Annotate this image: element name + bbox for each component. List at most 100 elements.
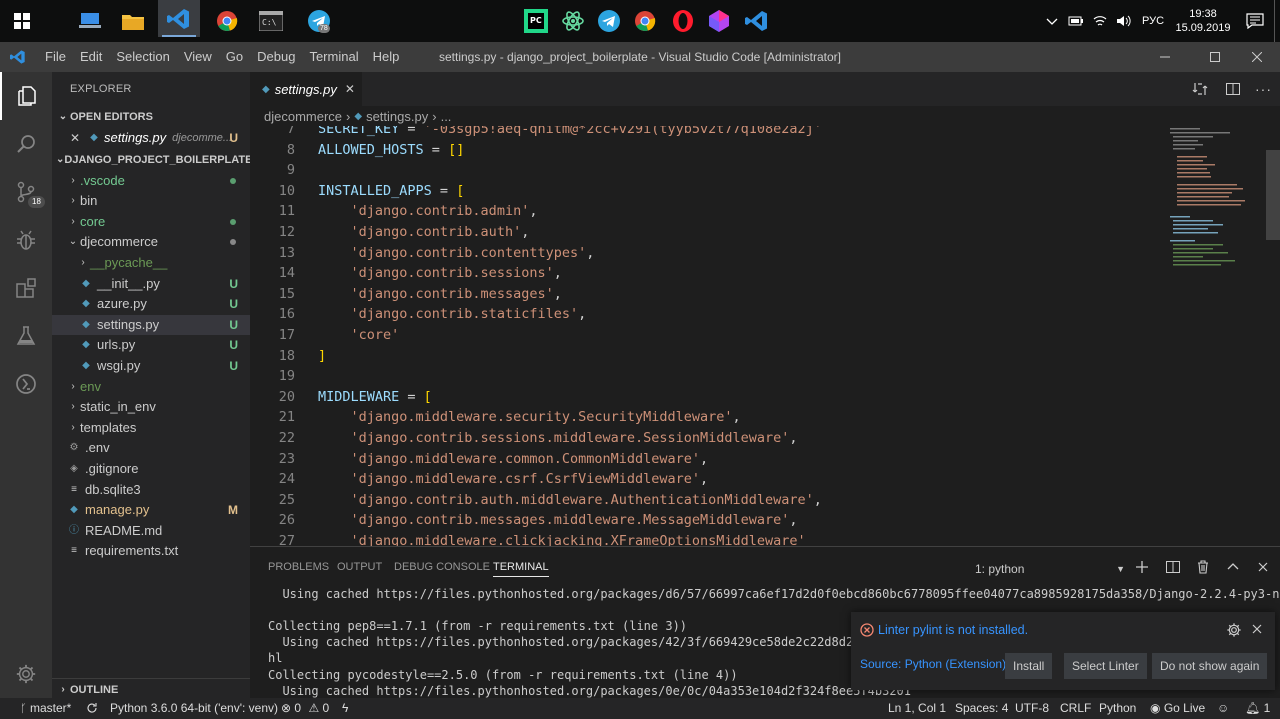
terminal-icon[interactable]: C:\ xyxy=(255,5,287,37)
code-line[interactable]: 17 'core' xyxy=(250,325,1250,346)
tree-folder[interactable]: › static_in_env xyxy=(52,397,250,418)
breadcrumb-folder[interactable]: djecommerce xyxy=(264,109,342,124)
tree-folder[interactable]: › core xyxy=(52,212,250,233)
tree-folder[interactable]: › .vscode xyxy=(52,171,250,192)
tree-file[interactable]: ◆ azure.py U xyxy=(52,294,250,315)
chevron-up-icon[interactable] xyxy=(1040,0,1064,42)
code-line[interactable]: 8 ALLOWED_HOSTS = [] xyxy=(250,140,1250,161)
tab-debug-console[interactable]: DEBUG CONSOLE xyxy=(394,561,490,573)
notification-settings-icon[interactable] xyxy=(1226,622,1242,641)
opera-icon[interactable] xyxy=(667,5,699,37)
tree-file[interactable]: ⓘ README.md xyxy=(52,521,250,542)
code-line[interactable]: 19 xyxy=(250,366,1250,387)
minimize-button[interactable] xyxy=(1142,42,1188,72)
code-line[interactable]: 13 'django.contrib.contenttypes', xyxy=(250,243,1250,264)
branch-indicator[interactable]: ᚴ master* xyxy=(20,698,71,719)
menu-go[interactable]: Go xyxy=(219,42,250,72)
code-line[interactable]: 12 'django.contrib.auth', xyxy=(250,222,1250,243)
tree-file[interactable]: ⚙ .env xyxy=(52,438,250,459)
maximize-button[interactable] xyxy=(1192,42,1238,72)
language-mode[interactable]: Python xyxy=(1099,698,1136,719)
this-pc-icon[interactable] xyxy=(74,5,106,37)
debug-icon[interactable] xyxy=(0,216,52,264)
vscode-icon-2[interactable] xyxy=(741,5,773,37)
tab-output[interactable]: OUTPUT xyxy=(337,561,382,573)
code-line[interactable]: 16 'django.contrib.staticfiles', xyxy=(250,304,1250,325)
code-line[interactable]: 10 INSTALLED_APPS = [ xyxy=(250,181,1250,202)
settings-gear-icon[interactable] xyxy=(0,650,52,698)
menu-file[interactable]: File xyxy=(38,42,73,72)
code-line[interactable]: 23 'django.middleware.common.CommonMiddl… xyxy=(250,449,1250,470)
close-window-button[interactable] xyxy=(1234,42,1280,72)
chrome-icon[interactable] xyxy=(211,5,243,37)
code-line[interactable]: 18] xyxy=(250,346,1250,367)
tree-file[interactable]: ≡ db.sqlite3 xyxy=(52,480,250,501)
encoding[interactable]: UTF-8 xyxy=(1015,698,1049,719)
vertical-scrollbar[interactable] xyxy=(1266,150,1280,240)
code-line[interactable]: 7 SECRET_KEY = '-03sgp5!aeq-qnitm@*2cc+v2… xyxy=(250,126,1250,140)
clock[interactable]: 19:38 15.09.2019 xyxy=(1170,0,1236,42)
tab-settings-py[interactable]: ◆ settings.py ✕ xyxy=(250,72,362,106)
taskbar-vscode-icon[interactable] xyxy=(158,0,200,37)
code-line[interactable]: 25 'django.contrib.auth.middleware.Authe… xyxy=(250,490,1250,511)
code-editor[interactable]: 7 SECRET_KEY = '-03sgp5!aeq-qnitm@*2cc+v2… xyxy=(250,126,1265,546)
code-line[interactable]: 27 'django.middleware.clickjacking.XFram… xyxy=(250,531,1250,546)
tree-file[interactable]: ≡ requirements.txt xyxy=(52,541,250,562)
outline-header[interactable]: › OUTLINE xyxy=(52,678,250,700)
code-line[interactable]: 14 'django.contrib.sessions', xyxy=(250,263,1250,284)
sync-icon[interactable] xyxy=(86,698,98,719)
test-flask-icon[interactable] xyxy=(0,312,52,360)
tree-folder[interactable]: › templates xyxy=(52,418,250,439)
wifi-icon[interactable] xyxy=(1088,0,1112,42)
line-endings[interactable]: CRLF xyxy=(1060,698,1091,719)
close-icon[interactable]: ✕ xyxy=(70,128,86,149)
notifications-icon[interactable] xyxy=(1236,0,1274,42)
breadcrumb-file[interactable]: settings.py xyxy=(366,109,428,124)
open-changes-icon[interactable] xyxy=(1192,72,1208,106)
code-line[interactable]: 22 'django.contrib.sessions.middleware.S… xyxy=(250,428,1250,449)
search-icon[interactable] xyxy=(0,120,52,168)
show-desktop[interactable] xyxy=(1274,0,1280,42)
do-not-show-again-button[interactable]: Do not show again xyxy=(1152,653,1268,679)
terminal-select[interactable]: 1: python ▼ xyxy=(975,559,1125,579)
install-button[interactable]: Install xyxy=(1005,653,1053,679)
notifications-bell[interactable]: 🔔︎ 1 xyxy=(1245,698,1270,719)
indentation[interactable]: Spaces: 4 xyxy=(955,698,1008,719)
tree-file-selected[interactable]: ◆ settings.py U xyxy=(52,314,250,336)
new-terminal-icon[interactable] xyxy=(1134,559,1150,580)
notification-close-icon[interactable] xyxy=(1250,622,1264,639)
split-terminal-icon[interactable] xyxy=(1165,559,1181,580)
code-line[interactable]: 24 'django.middleware.csrf.CsrfViewMiddl… xyxy=(250,469,1250,490)
menu-debug[interactable]: Debug xyxy=(250,42,302,72)
tree-folder[interactable]: › env xyxy=(52,377,250,398)
select-linter-button[interactable]: Select Linter xyxy=(1064,653,1147,679)
open-editors-header[interactable]: ⌄ OPEN EDITORS xyxy=(52,106,250,128)
pycharm-icon[interactable]: PC xyxy=(520,5,552,37)
windows-start-icon[interactable] xyxy=(6,5,38,37)
remote-icon[interactable] xyxy=(0,360,52,408)
menu-terminal[interactable]: Terminal xyxy=(302,42,365,72)
file-explorer-icon[interactable] xyxy=(117,5,149,37)
telegram-icon-2[interactable] xyxy=(593,5,625,37)
menu-view[interactable]: View xyxy=(177,42,219,72)
tree-file[interactable]: ◆ wsgi.py U xyxy=(52,356,250,377)
tree-folder[interactable]: › __pycache__ xyxy=(52,253,250,274)
more-actions-icon[interactable]: ··· xyxy=(1255,72,1272,106)
battery-icon[interactable] xyxy=(1064,0,1088,42)
tree-file[interactable]: ◆ __init__.py U xyxy=(52,274,250,295)
trash-icon[interactable] xyxy=(1195,559,1211,580)
close-icon[interactable]: ✕ xyxy=(345,82,355,96)
tree-file[interactable]: ◈ .gitignore xyxy=(52,459,250,480)
python-interpreter[interactable]: Python 3.6.0 64-bit ('env': venv) xyxy=(110,698,278,719)
tree-folder[interactable]: › bin xyxy=(52,191,250,212)
minimap[interactable] xyxy=(1165,126,1265,546)
cursor-position[interactable]: Ln 1, Col 1 xyxy=(888,698,946,719)
phpstorm-icon[interactable] xyxy=(703,5,735,37)
breadcrumb-symbol[interactable]: ... xyxy=(441,109,452,124)
tree-folder[interactable]: ⌄ djecommerce xyxy=(52,232,250,253)
telegram-icon[interactable]: 78 xyxy=(303,5,335,37)
source-control-icon[interactable]: 18 xyxy=(0,168,52,216)
open-editor-item[interactable]: ✕ ◆ settings.py djecomme... U xyxy=(52,128,250,149)
tree-file[interactable]: ◆ manage.py M xyxy=(52,500,250,521)
language-indicator[interactable]: РУС xyxy=(1136,0,1170,42)
